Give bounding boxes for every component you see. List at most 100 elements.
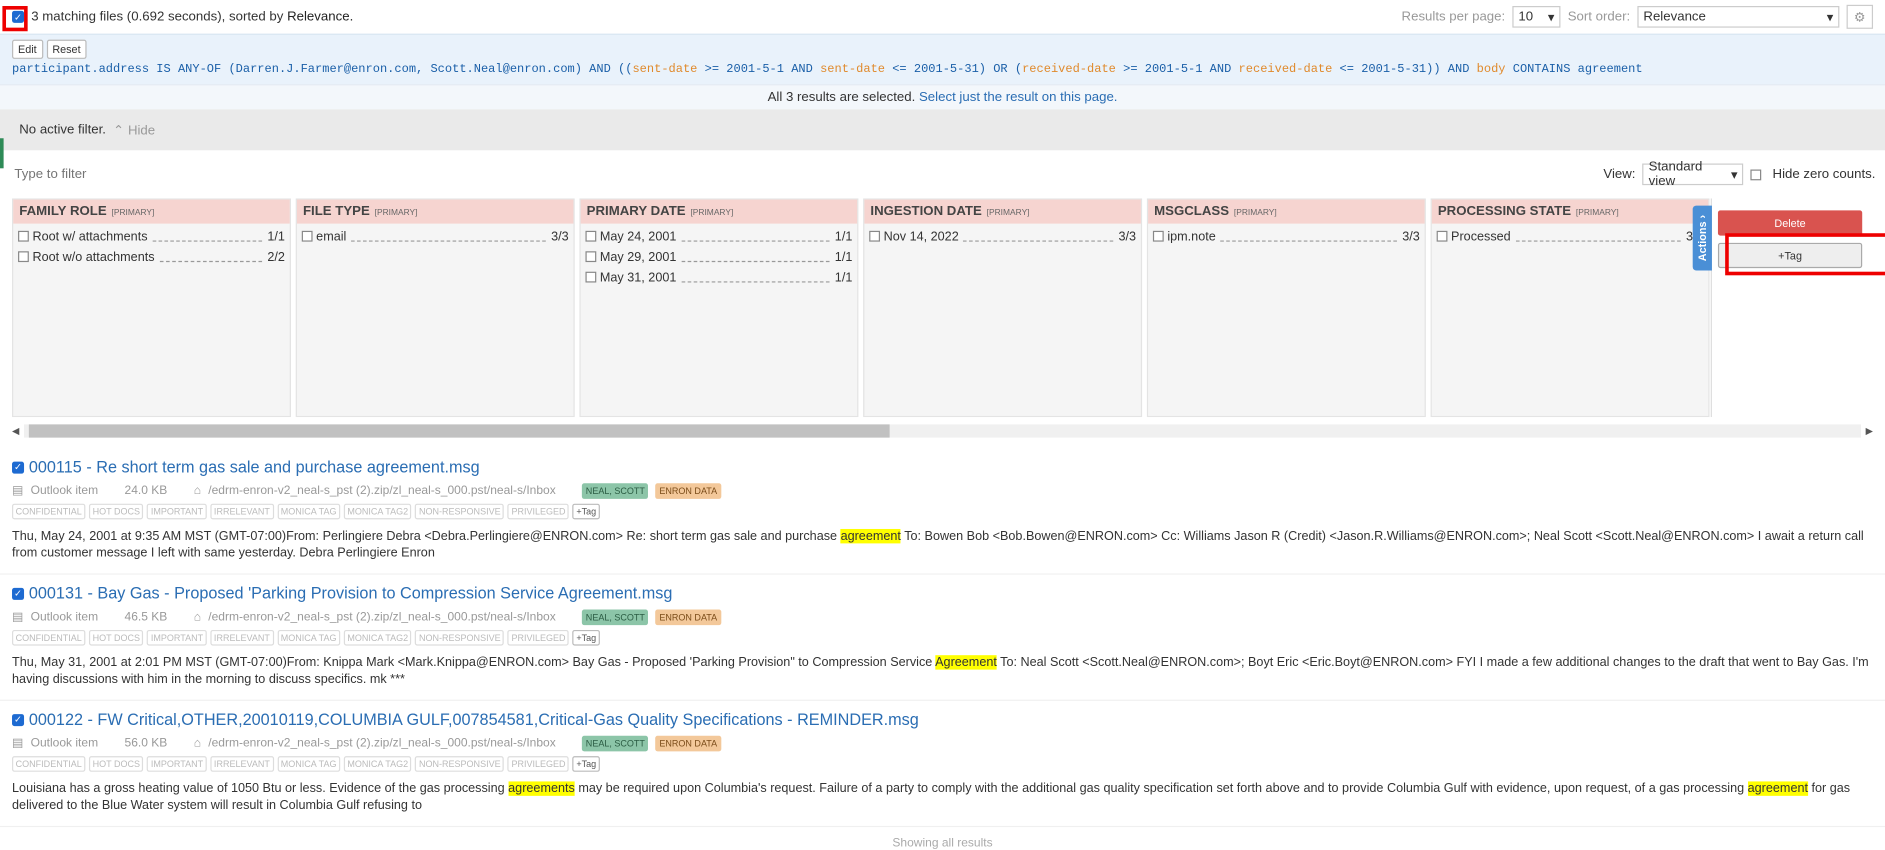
query-text: participant.address IS ANY-OF (Darren.J.… <box>12 63 1643 77</box>
result-checkbox[interactable]: ✓ <box>12 713 25 726</box>
tag-privileged[interactable]: PRIVILEGED <box>507 503 570 520</box>
tag-monica-tag2[interactable]: MONICA TAG2 <box>343 756 412 772</box>
facet-scrollbar[interactable]: ◀ ▶ <box>0 420 1885 442</box>
tag-non-responsive[interactable]: NON-RESPONSIVE <box>415 503 505 520</box>
facet-checkbox[interactable] <box>869 230 881 242</box>
gear-icon[interactable]: ⚙ <box>1846 4 1874 29</box>
tag-confidential[interactable]: CONFIDENTIAL <box>12 503 86 520</box>
select-all-checkbox[interactable]: ✓ <box>12 10 25 23</box>
item-size: 24.0 KB <box>124 483 168 498</box>
facet-item[interactable]: Processed3/3 <box>1436 226 1704 246</box>
scroll-thumb[interactable] <box>29 423 890 437</box>
tag-privileged[interactable]: PRIVILEGED <box>507 756 570 772</box>
tag-important[interactable]: IMPORTANT <box>147 629 207 646</box>
dataset-chip[interactable]: ENRON DATA <box>655 735 721 751</box>
facet-checkbox[interactable] <box>301 230 313 242</box>
custodian-chip[interactable]: NEAL, SCOTT <box>582 608 649 625</box>
view-label: View: <box>1603 167 1636 182</box>
facet-family-role: FAMILY ROLE [PRIMARY] Root w/ attachments… <box>12 198 291 418</box>
result-title-link[interactable]: 000131 - Bay Gas - Proposed 'Parking Pro… <box>29 584 673 602</box>
result-checkbox[interactable]: ✓ <box>12 587 25 600</box>
result-snippet: Thu, May 31, 2001 at 2:01 PM MST (GMT-07… <box>12 655 1869 687</box>
home-icon: ⌂ <box>193 483 202 498</box>
facet-title: PROCESSING STATE [PRIMARY] <box>1431 199 1709 224</box>
tag-hot-docs[interactable]: HOT DOCS <box>88 629 144 646</box>
side-indicator <box>0 138 4 169</box>
tag-row: CONFIDENTIAL HOT DOCS IMPORTANT IRRELEVA… <box>12 503 1873 520</box>
tag-hot-docs[interactable]: HOT DOCS <box>88 756 144 772</box>
tag-irrelevant[interactable]: IRRELEVANT <box>210 629 274 646</box>
actions-tab[interactable]: Actions › <box>1692 205 1712 271</box>
custodian-chip[interactable]: NEAL, SCOTT <box>582 735 649 751</box>
facet-item[interactable]: ipm.note 3/3 <box>1152 226 1420 246</box>
hide-filter-toggle[interactable]: ⌃ Hide <box>113 122 155 137</box>
query-panel: Edit Reset participant.address IS ANY-OF… <box>0 33 1885 85</box>
add-tag-button[interactable]: + Tag <box>1717 242 1863 269</box>
tag-privileged[interactable]: PRIVILEGED <box>507 629 570 646</box>
facet-item[interactable]: Root w/ attachments 1/1 <box>18 226 285 246</box>
item-path: /edrm-enron-v2_neal-s_pst (2).zip/zl_nea… <box>208 736 556 750</box>
chevron-down-icon: ▾ <box>1730 167 1738 183</box>
view-select[interactable]: Standard view ▾ <box>1642 160 1744 189</box>
tag-confidential[interactable]: CONFIDENTIAL <box>12 756 86 772</box>
hide-zero-label: Hide zero counts. <box>1772 167 1876 182</box>
facet-item[interactable]: May 29, 2001 1/1 <box>585 246 852 266</box>
result-item: ✓ 000115 - Re short term gas sale and pur… <box>0 448 1885 575</box>
tag-monica-tag[interactable]: MONICA TAG <box>277 756 341 772</box>
result-item: ✓ 000122 - FW Critical,OTHER,20010119,COL… <box>0 701 1885 828</box>
reset-query-button[interactable]: Reset <box>46 39 87 59</box>
no-active-filter-text: No active filter. <box>19 122 106 138</box>
hide-zero-checkbox[interactable] <box>1750 168 1762 180</box>
edit-query-button[interactable]: Edit <box>12 39 43 59</box>
sort-order-label: Sort order: <box>1567 9 1631 25</box>
tag-confidential[interactable]: CONFIDENTIAL <box>12 629 86 646</box>
tag-monica-tag2[interactable]: MONICA TAG2 <box>343 629 412 646</box>
document-icon: ▤ <box>12 610 24 624</box>
result-title-link[interactable]: 000115 - Re short term gas sale and purc… <box>29 458 480 476</box>
scroll-right-icon[interactable]: ▶ <box>1866 425 1873 436</box>
custodian-chip[interactable]: NEAL, SCOTT <box>582 482 649 499</box>
facet-panel: FAMILY ROLE [PRIMARY] Root w/ attachments… <box>0 198 1885 418</box>
facet-title: PRIMARY DATE [PRIMARY] <box>580 199 858 224</box>
result-checkbox[interactable]: ✓ <box>12 461 25 474</box>
select-page-link[interactable]: Select just the result on this page. <box>919 90 1117 104</box>
type-to-filter-input[interactable] <box>14 167 376 182</box>
tag-important[interactable]: IMPORTANT <box>147 756 207 772</box>
result-title-link[interactable]: 000122 - FW Critical,OTHER,20010119,COLU… <box>29 711 919 729</box>
add-tag-inline-button[interactable]: +Tag <box>572 756 600 772</box>
sort-order-select[interactable]: Relevance ▾ <box>1637 6 1840 28</box>
scroll-left-icon[interactable]: ◀ <box>12 425 19 436</box>
facet-checkbox[interactable] <box>18 251 29 263</box>
facet-item[interactable]: Root w/o attachments 2/2 <box>18 246 285 266</box>
active-filter-bar: No active filter. ⌃ Hide <box>0 109 1885 151</box>
tag-irrelevant[interactable]: IRRELEVANT <box>210 756 274 772</box>
tag-monica-tag[interactable]: MONICA TAG <box>277 503 341 520</box>
facet-checkbox[interactable] <box>585 271 597 283</box>
delete-button[interactable]: Delete <box>1717 210 1863 236</box>
tag-important[interactable]: IMPORTANT <box>147 503 207 520</box>
tag-irrelevant[interactable]: IRRELEVANT <box>210 503 274 520</box>
facet-checkbox[interactable] <box>585 230 597 242</box>
facet-item[interactable]: email 3/3 <box>301 226 569 246</box>
dataset-chip[interactable]: ENRON DATA <box>655 608 721 625</box>
result-snippet: Louisiana has a gross heating value of 1… <box>12 781 1851 813</box>
tag-monica-tag[interactable]: MONICA TAG <box>277 629 341 646</box>
facet-item[interactable]: Nov 14, 2022 3/3 <box>869 226 1136 246</box>
add-tag-inline-button[interactable]: +Tag <box>572 629 600 646</box>
dataset-chip[interactable]: ENRON DATA <box>655 482 721 499</box>
document-icon: ▤ <box>12 736 24 750</box>
facet-item[interactable]: May 31, 2001 1/1 <box>585 267 852 287</box>
tag-non-responsive[interactable]: NON-RESPONSIVE <box>415 756 505 772</box>
facet-checkbox[interactable] <box>18 230 29 242</box>
results-per-page-label: Results per page: <box>1401 9 1506 25</box>
tag-hot-docs[interactable]: HOT DOCS <box>88 503 144 520</box>
facet-item[interactable]: May 24, 2001 1/1 <box>585 226 852 246</box>
tag-row: CONFIDENTIAL HOT DOCS IMPORTANT IRRELEVA… <box>12 756 1873 772</box>
facet-checkbox[interactable] <box>585 251 597 263</box>
tag-non-responsive[interactable]: NON-RESPONSIVE <box>415 629 505 646</box>
results-per-page-select[interactable]: 10 ▾ <box>1512 6 1561 28</box>
add-tag-inline-button[interactable]: +Tag <box>572 503 600 520</box>
facet-checkbox[interactable] <box>1152 230 1164 242</box>
tag-monica-tag2[interactable]: MONICA TAG2 <box>343 503 412 520</box>
facet-checkbox[interactable] <box>1436 230 1448 242</box>
